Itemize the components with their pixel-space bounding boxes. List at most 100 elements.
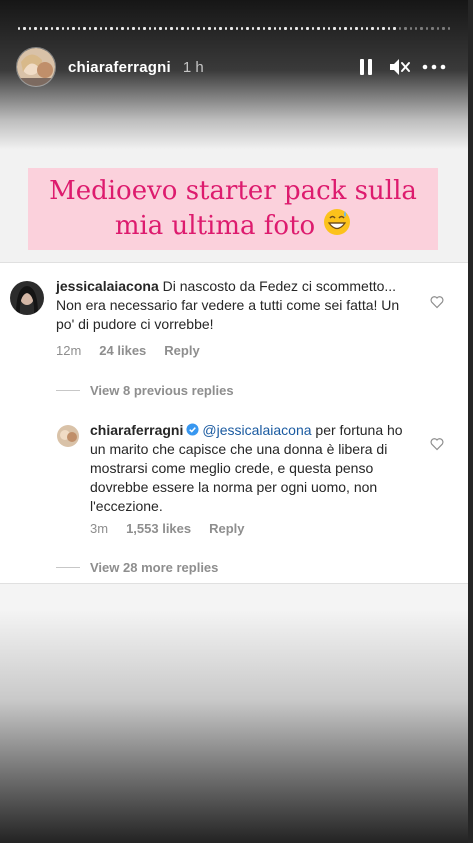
progress-segment	[289, 27, 293, 30]
progress-segment	[164, 27, 168, 30]
progress-segment	[284, 27, 287, 30]
progress-segment-remaining	[414, 27, 418, 30]
comment-mention[interactable]: @jessicalaiacona	[202, 422, 311, 438]
progress-segment-remaining	[398, 27, 402, 30]
progress-segment	[327, 27, 331, 30]
comment-thread: jessicalaiacona Di nascosto da Fedez ci …	[0, 262, 468, 584]
progress-segment	[344, 27, 347, 30]
progress-segment	[387, 27, 391, 30]
progress-segment	[137, 27, 141, 30]
progress-segment	[170, 27, 173, 30]
story-username[interactable]: chiaraferragni	[68, 59, 171, 76]
progress-segment	[300, 27, 304, 30]
progress-segment	[28, 27, 32, 30]
reply-button[interactable]: Reply	[209, 521, 244, 536]
story-controls	[354, 55, 446, 79]
story-progress-bar	[18, 26, 450, 32]
progress-segment	[257, 27, 260, 30]
view-more-replies-button[interactable]: View 28 more replies	[56, 560, 218, 575]
progress-segment	[83, 27, 86, 30]
progress-segment	[240, 27, 244, 30]
avatar[interactable]	[57, 425, 79, 447]
progress-segment	[366, 27, 369, 30]
progress-segment	[208, 27, 211, 30]
comment-likes[interactable]: 24 likes	[99, 343, 146, 358]
progress-segment	[295, 27, 298, 30]
progress-segment	[159, 27, 162, 30]
caption-line-2: mia ultima foto	[115, 208, 351, 245]
caption-banner: Medioevo starter pack sulla mia ultima f…	[28, 168, 438, 250]
progress-segment	[56, 27, 59, 30]
progress-segment	[235, 27, 238, 30]
heart-icon[interactable]	[430, 437, 444, 451]
progress-segment	[338, 27, 342, 30]
progress-segment-remaining	[442, 27, 445, 30]
progress-segment-remaining	[436, 27, 440, 30]
avatar[interactable]	[16, 47, 56, 87]
comment-username[interactable]: jessicalaiacona	[56, 278, 159, 294]
progress-segment	[77, 27, 81, 30]
progress-segment	[50, 27, 54, 30]
progress-segment	[230, 27, 233, 30]
divider	[56, 390, 80, 391]
progress-segment-remaining	[425, 27, 429, 30]
progress-segment	[197, 27, 200, 30]
view-previous-replies-button[interactable]: View 8 previous replies	[56, 383, 234, 398]
progress-segment	[110, 27, 113, 30]
view-more-replies-label: View 28 more replies	[90, 560, 219, 575]
grinning-face-with-sweat-icon	[323, 208, 351, 245]
progress-segment	[186, 27, 189, 30]
verified-badge-icon	[186, 423, 199, 436]
pause-icon[interactable]	[354, 55, 378, 79]
progress-segment	[279, 27, 282, 30]
progress-segment	[306, 27, 309, 30]
muted-speaker-icon[interactable]	[388, 55, 412, 79]
story-header: chiaraferragni 1 h	[16, 46, 446, 88]
progress-segment	[376, 27, 380, 30]
progress-segment	[153, 27, 157, 30]
progress-segment	[219, 27, 222, 30]
comment-text-block: chiaraferragni @jessicalaiacona per fort…	[90, 421, 412, 516]
progress-segment	[251, 27, 255, 30]
progress-segment	[322, 27, 325, 30]
progress-segment	[268, 27, 271, 30]
caption-line-2-text: mia ultima foto	[114, 211, 316, 241]
progress-segment	[333, 27, 336, 30]
progress-segment	[34, 27, 37, 30]
comment-time: 12m	[56, 343, 82, 358]
progress-segment	[105, 27, 108, 30]
progress-segment	[349, 27, 353, 30]
progress-segment	[371, 27, 374, 30]
progress-segment	[132, 27, 135, 30]
progress-segment	[45, 27, 48, 30]
progress-segment	[143, 27, 146, 30]
progress-segment	[99, 27, 102, 30]
progress-segment	[202, 27, 206, 30]
avatar[interactable]	[10, 281, 44, 315]
progress-segment	[192, 27, 195, 30]
progress-segment	[393, 27, 396, 30]
progress-segment	[72, 27, 75, 30]
progress-segment-remaining	[404, 27, 407, 30]
divider	[56, 567, 80, 568]
comment-meta: 3m 1,553 likes Reply	[90, 521, 245, 536]
progress-segment	[115, 27, 119, 30]
progress-segment	[88, 27, 92, 30]
comment-time: 3m	[90, 521, 109, 536]
reply-button[interactable]: Reply	[164, 343, 199, 358]
progress-segment	[213, 27, 217, 30]
progress-segment	[126, 27, 130, 30]
more-horizontal-icon[interactable]	[422, 55, 446, 79]
comment-likes[interactable]: 1,553 likes	[126, 521, 191, 536]
progress-segment-remaining	[431, 27, 434, 30]
progress-segment	[175, 27, 179, 30]
progress-segment	[317, 27, 320, 30]
progress-segment	[382, 27, 385, 30]
heart-icon[interactable]	[430, 295, 444, 309]
caption-line-1: Medioevo starter pack sulla	[49, 175, 417, 206]
comment-username[interactable]: chiaraferragni	[90, 422, 183, 438]
progress-segment	[273, 27, 276, 30]
progress-segment	[23, 27, 26, 30]
progress-segment	[148, 27, 151, 30]
progress-segment	[18, 27, 21, 30]
